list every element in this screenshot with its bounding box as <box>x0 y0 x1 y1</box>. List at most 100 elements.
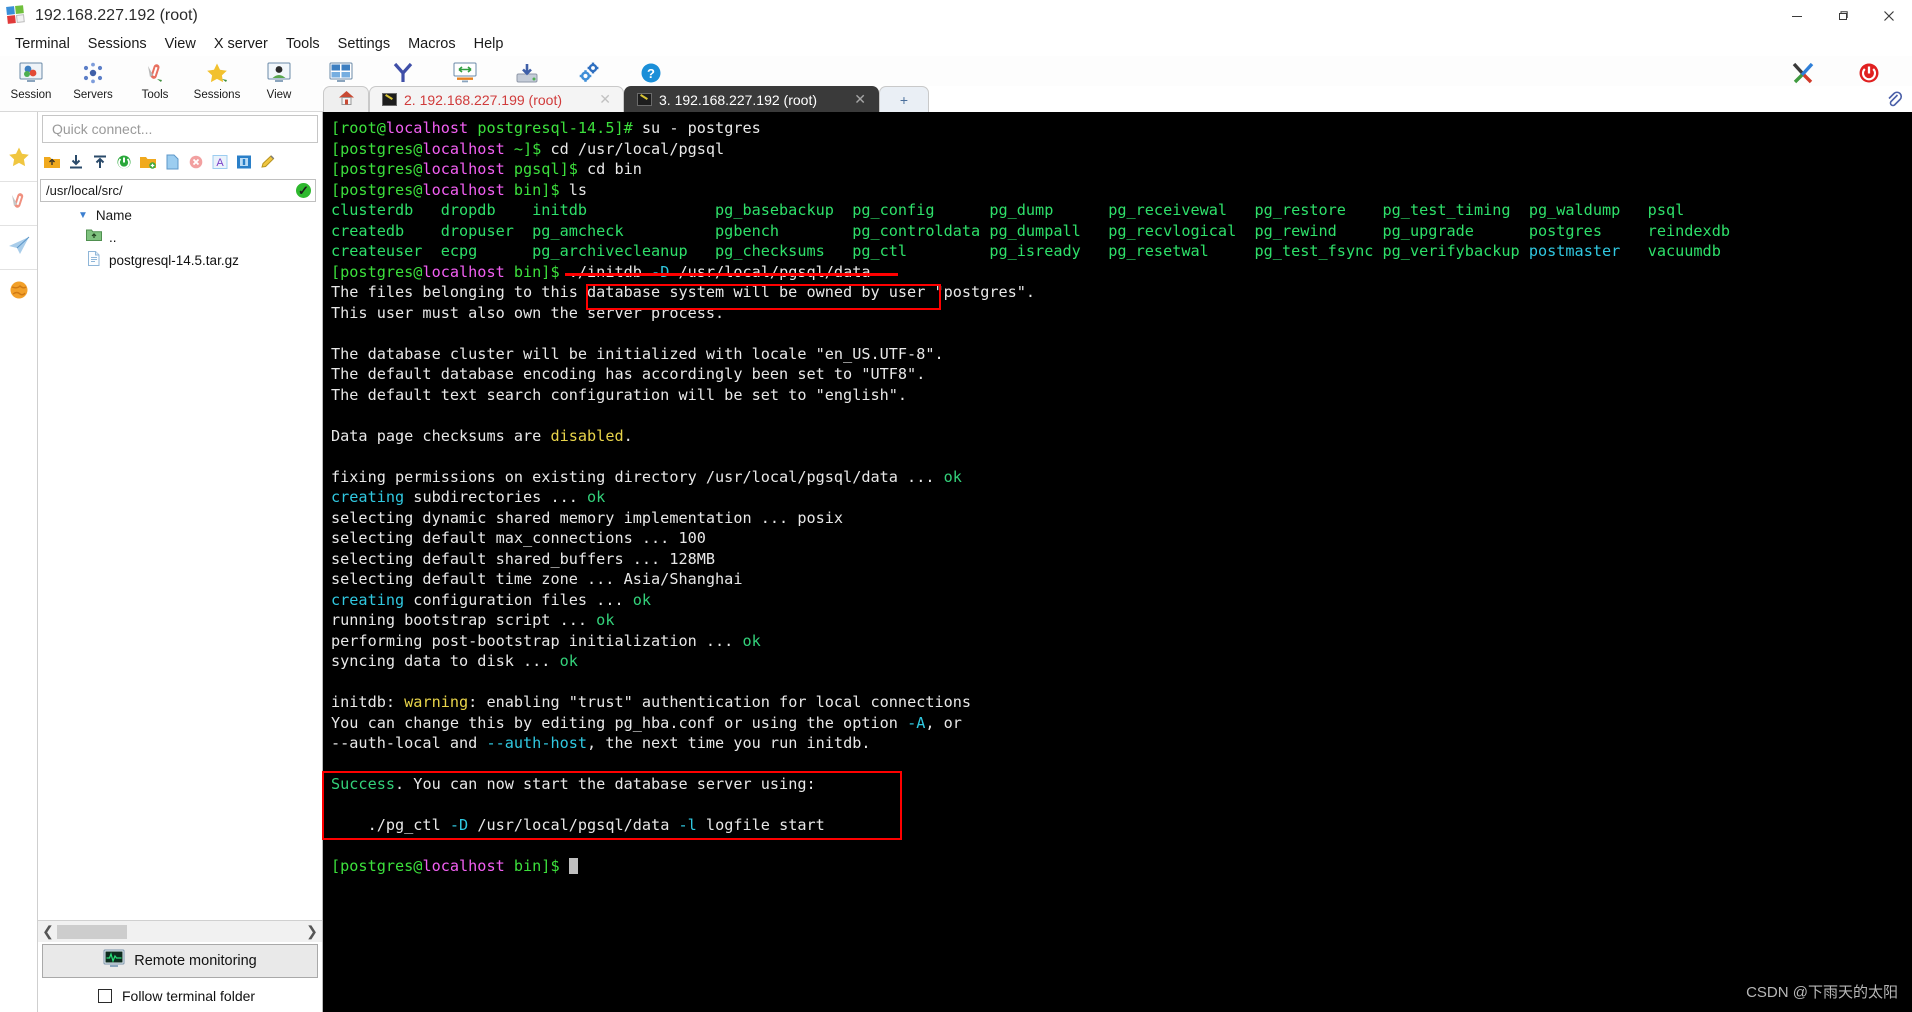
list-item[interactable]: .. <box>38 226 322 249</box>
attach-clip-icon[interactable] <box>1885 90 1903 113</box>
terminal-line: createuser ecpg pg_archivecleanup pg_che… <box>331 242 1721 260</box>
menu-x-server[interactable]: X server <box>205 34 277 54</box>
rail-globe-button[interactable] <box>0 270 37 314</box>
file-info-icon[interactable] <box>234 152 254 172</box>
terminal-line: [postgres@localhost bin]$ <box>331 856 1912 877</box>
menu-macros[interactable]: Macros <box>399 34 465 54</box>
tab-home[interactable] <box>323 86 369 112</box>
toolbar-session-label: Session <box>10 89 52 101</box>
toolbar-session-button[interactable]: Session <box>0 56 62 110</box>
tab-strip: 2. 192.168.227.199 (root) ✕ 3. 192.168.2… <box>323 86 1912 112</box>
app-logo-icon <box>6 5 27 26</box>
toolbar-servers-label: Servers <box>73 89 113 101</box>
edit-icon[interactable] <box>258 152 278 172</box>
menu-bar: Terminal Sessions View X server Tools Se… <box>0 32 1912 56</box>
multiexec-icon <box>389 60 417 86</box>
toolbar-tools-label: Tools <box>141 89 169 101</box>
file-column-name: Name <box>95 207 132 223</box>
remote-monitoring-button[interactable]: Remote monitoring <box>42 944 318 978</box>
new-folder-icon[interactable] <box>138 152 158 172</box>
terminal-line: selecting default shared_buffers ... 128… <box>331 549 716 568</box>
terminal-line: syncing data to disk ... ok <box>331 652 578 670</box>
sidebar-horizontal-scrollbar[interactable]: ❮ ❯ <box>38 920 322 942</box>
help-icon: ? <box>637 60 665 86</box>
close-button[interactable] <box>1866 0 1912 32</box>
terminal-line: The database cluster will be initialized… <box>331 344 944 363</box>
terminal-cursor <box>568 858 578 874</box>
file-icon <box>86 250 102 271</box>
title-bar: 192.168.227.192 (root) <box>0 0 1912 32</box>
tab-session-199[interactable]: 2. 192.168.227.199 (root) ✕ <box>369 86 624 112</box>
sftp-toolbar: A <box>38 147 322 177</box>
terminal-line: performing post-bootstrap initialization… <box>331 631 761 650</box>
refresh-icon[interactable] <box>114 152 134 172</box>
left-icon-rail <box>0 112 38 1012</box>
maximize-button[interactable] <box>1820 0 1866 32</box>
remote-monitoring-label: Remote monitoring <box>134 953 257 969</box>
new-tab-button[interactable]: + <box>879 86 929 112</box>
terminal-line: [root@localhost postgresql-14.5]# su - p… <box>331 119 761 137</box>
tools-knife-icon <box>7 190 31 218</box>
toolbar-view-button[interactable]: View <box>248 56 310 110</box>
list-item[interactable]: postgresql-14.5.tar.gz <box>38 249 322 272</box>
menu-settings[interactable]: Settings <box>329 34 399 54</box>
rename-icon[interactable]: A <box>210 152 230 172</box>
quick-connect-input[interactable]: Quick connect... <box>42 115 318 143</box>
new-file-icon[interactable] <box>162 152 182 172</box>
terminal-line: [postgres@localhost bin]$ ./initdb -D /u… <box>331 262 871 281</box>
follow-terminal-folder-label: Follow terminal folder <box>122 988 256 1004</box>
tab-label: 3. 192.168.227.192 (root) <box>659 91 818 108</box>
minimize-button[interactable] <box>1774 0 1820 32</box>
terminal-line: running bootstrap script ... ok <box>331 611 615 629</box>
terminal-line: [postgres@localhost ~]$ cd /usr/local/pg… <box>331 139 725 158</box>
toolbar-sessions-button[interactable]: Sessions <box>186 56 248 110</box>
menu-view[interactable]: View <box>156 34 205 54</box>
window-controls <box>1774 0 1912 32</box>
tab-close-icon[interactable]: ✕ <box>854 91 866 108</box>
sftp-plane-icon <box>7 234 31 262</box>
upload-icon[interactable] <box>90 152 110 172</box>
toolbar-sessions-label: Sessions <box>193 89 241 101</box>
menu-help[interactable]: Help <box>465 34 513 54</box>
menu-sessions[interactable]: Sessions <box>79 34 156 54</box>
terminal-icon <box>637 93 652 106</box>
terminal-output[interactable]: [root@localhost postgresql-14.5]# su - p… <box>323 112 1912 1012</box>
mobaxterm-window: 192.168.227.192 (root) Terminal Sessions… <box>0 0 1912 1012</box>
file-list-empty-space <box>38 272 322 920</box>
scroll-left-icon[interactable]: ❮ <box>41 923 55 940</box>
ls-output-underline <box>565 273 898 276</box>
terminal-line: The files belonging to this database sys… <box>331 283 1036 301</box>
scroll-right-icon[interactable]: ❯ <box>305 923 319 940</box>
terminal-line: The default text search configuration wi… <box>331 385 908 404</box>
delete-icon[interactable] <box>186 152 206 172</box>
sort-caret-icon[interactable]: ▼ <box>78 210 88 221</box>
tab-session-192[interactable]: 3. 192.168.227.192 (root) ✕ <box>624 86 879 112</box>
sessions-star-icon <box>203 60 231 86</box>
go-up-folder-icon[interactable] <box>42 152 62 172</box>
tab-close-icon[interactable]: ✕ <box>599 91 611 108</box>
sftp-path-input[interactable]: /usr/local/src/ ✓ <box>40 179 316 202</box>
rail-tools-button[interactable] <box>0 182 37 226</box>
terminal-line: Success. You can now start the database … <box>331 775 816 793</box>
globe-icon <box>9 280 29 305</box>
terminal-line: You can change this by editing pg_hba.co… <box>331 713 962 732</box>
toolbar-servers-button[interactable]: Servers <box>62 56 124 110</box>
path-ok-icon: ✓ <box>296 183 311 198</box>
follow-terminal-folder-row[interactable]: Follow terminal folder <box>38 980 322 1012</box>
scroll-thumb[interactable] <box>57 924 127 939</box>
tab-label: 2. 192.168.227.199 (root) <box>404 91 563 108</box>
window-title: 192.168.227.192 (root) <box>35 7 198 24</box>
servers-icon <box>79 60 107 86</box>
follow-terminal-folder-checkbox[interactable] <box>98 989 112 1003</box>
packages-icon <box>513 60 541 86</box>
menu-tools[interactable]: Tools <box>277 34 329 54</box>
download-icon[interactable] <box>66 152 86 172</box>
settings-gear-icon <box>575 60 603 86</box>
rail-sftp-button[interactable] <box>0 226 37 270</box>
rail-favorites-button[interactable] <box>0 138 37 182</box>
quick-connect-placeholder: Quick connect... <box>52 121 153 137</box>
toolbar-tools-button[interactable]: Tools <box>124 56 186 110</box>
menu-terminal[interactable]: Terminal <box>6 34 79 54</box>
